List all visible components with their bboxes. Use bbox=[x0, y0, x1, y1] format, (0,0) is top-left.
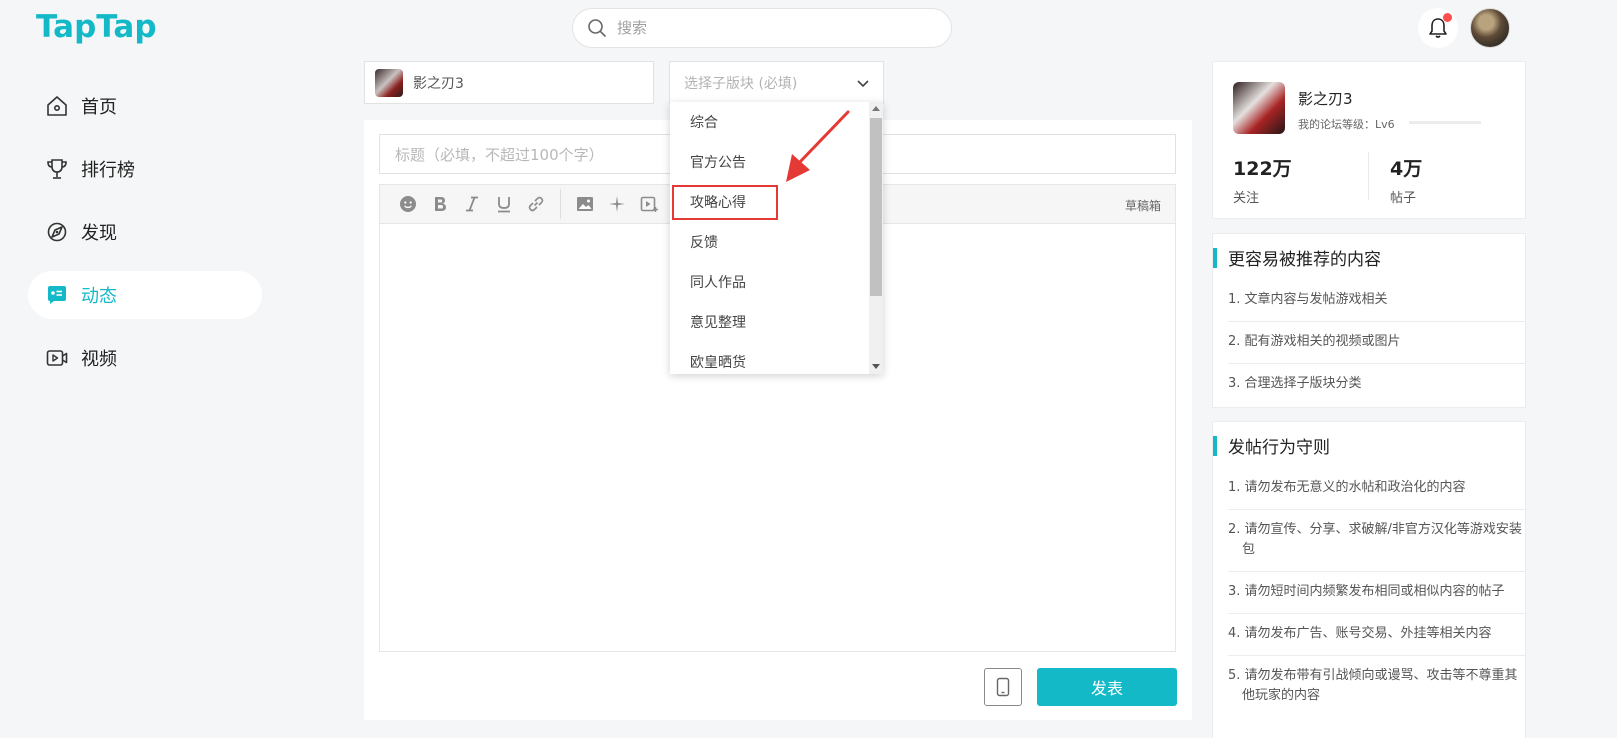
rules-title: 发帖行为守则 bbox=[1213, 422, 1525, 468]
search-input[interactable] bbox=[617, 19, 917, 37]
link-button[interactable] bbox=[520, 184, 552, 224]
rules-card: 发帖行为守则 1. 请勿发布无意义的水帖和政治化的内容 2. 请勿宣传、分享、求… bbox=[1212, 421, 1526, 738]
followers-label: 关注 bbox=[1233, 191, 1260, 206]
subforum-placeholder: 选择子版块 (必填) bbox=[684, 75, 798, 92]
discover-icon bbox=[47, 222, 67, 242]
sparkle-icon bbox=[609, 196, 625, 212]
game-info-card: 影之刃3 我的论坛等级：Lv6 122万 关注 4万 帖子 bbox=[1212, 61, 1526, 219]
game-selector[interactable]: 影之刃3 bbox=[364, 61, 654, 104]
stat-divider bbox=[1368, 152, 1369, 200]
emoji-button[interactable] bbox=[392, 184, 424, 224]
subforum-select[interactable]: 选择子版块 (必填) bbox=[669, 61, 884, 104]
nav-item-ranking[interactable]: 排行榜 bbox=[28, 145, 262, 193]
level-progress-bar bbox=[1409, 121, 1481, 124]
dropdown-option-highlighted[interactable]: 攻略心得 bbox=[670, 182, 883, 222]
user-avatar[interactable] bbox=[1470, 8, 1510, 48]
home-icon bbox=[47, 96, 67, 116]
logo-text: TapTap bbox=[36, 9, 157, 45]
game-title[interactable]: 影之刃3 bbox=[1298, 88, 1353, 109]
rule-item: 1. 请勿发布无意义的水帖和政治化的内容 bbox=[1228, 468, 1525, 510]
nav-label: 首页 bbox=[81, 97, 117, 118]
video-upload-button[interactable] bbox=[633, 184, 665, 224]
sidebar-nav: 首页 排行榜 发现 动态 视频 bbox=[28, 82, 262, 397]
video-icon bbox=[46, 350, 68, 366]
rule-item: 3. 请勿短时间内频繁发布相同或相似内容的帖子 bbox=[1228, 572, 1525, 614]
toolbar-divider bbox=[560, 189, 561, 219]
recommend-item: 1. 文章内容与发帖游戏相关 bbox=[1228, 280, 1525, 322]
image-button[interactable] bbox=[569, 184, 601, 224]
search-icon bbox=[588, 19, 606, 37]
dropdown-option[interactable]: 同人作品 bbox=[670, 262, 883, 302]
nav-item-video[interactable]: 视频 bbox=[28, 334, 262, 382]
emoji-icon bbox=[400, 196, 416, 212]
dropdown-option[interactable]: 欧皇晒货 bbox=[670, 342, 883, 374]
italic-button[interactable] bbox=[456, 184, 488, 224]
nav-label: 排行榜 bbox=[81, 160, 135, 181]
nav-label: 发现 bbox=[81, 223, 117, 244]
italic-icon bbox=[466, 196, 478, 212]
game-cover[interactable] bbox=[1233, 82, 1285, 134]
red-arrow-icon bbox=[786, 110, 850, 182]
draft-box-link[interactable]: 草稿箱 bbox=[1125, 197, 1161, 214]
game-name: 影之刃3 bbox=[413, 75, 464, 92]
posts-stat: 4万 帖子 bbox=[1390, 154, 1422, 206]
trophy-icon bbox=[47, 159, 67, 179]
feed-icon bbox=[48, 286, 66, 304]
dropdown-option[interactable]: 意见整理 bbox=[670, 302, 883, 342]
nav-item-home[interactable]: 首页 bbox=[28, 82, 262, 130]
nav-item-feed[interactable]: 动态 bbox=[28, 271, 262, 319]
bold-button[interactable] bbox=[424, 184, 456, 224]
publish-button[interactable]: 发表 bbox=[1037, 668, 1177, 706]
notification-dot bbox=[1443, 13, 1452, 22]
scroll-up-icon[interactable] bbox=[872, 106, 880, 111]
posts-label: 帖子 bbox=[1390, 191, 1417, 206]
dropdown-scrollbar-thumb[interactable] bbox=[870, 118, 882, 296]
recommend-item: 3. 合理选择子版块分类 bbox=[1228, 376, 1362, 391]
video-add-icon bbox=[640, 196, 658, 212]
scroll-down-icon[interactable] bbox=[872, 364, 880, 369]
nav-label: 视频 bbox=[81, 349, 117, 370]
underline-button[interactable] bbox=[488, 184, 520, 224]
nav-item-discover[interactable]: 发现 bbox=[28, 208, 262, 256]
game-thumbnail bbox=[375, 68, 403, 97]
chevron-down-icon bbox=[857, 80, 869, 88]
forum-level: 我的论坛等级：Lv6 bbox=[1298, 118, 1395, 131]
followers-stat: 122万 关注 bbox=[1233, 154, 1292, 206]
posts-value: 4万 bbox=[1390, 158, 1423, 180]
link-icon bbox=[528, 196, 544, 212]
rule-item: 5. 请勿发布带有引战倾向或谩骂、攻击等不尊重其他玩家的内容 bbox=[1228, 668, 1518, 703]
mobile-preview-button[interactable] bbox=[984, 668, 1022, 706]
dropdown-option[interactable]: 反馈 bbox=[670, 222, 883, 262]
notification-button[interactable] bbox=[1418, 8, 1458, 48]
followers-value: 122万 bbox=[1233, 158, 1292, 180]
underline-icon bbox=[498, 197, 510, 213]
recommend-item: 2. 配有游戏相关的视频或图片 bbox=[1228, 322, 1525, 364]
phone-icon bbox=[996, 677, 1010, 697]
taptap-logo[interactable]: TapTap bbox=[36, 4, 166, 48]
nav-label: 动态 bbox=[81, 286, 117, 307]
sparkle-button[interactable] bbox=[601, 184, 633, 224]
rule-item: 2. 请勿宣传、分享、求破解/非官方汉化等游戏安装包 bbox=[1228, 510, 1525, 572]
search-bar[interactable] bbox=[572, 8, 952, 48]
recommend-card: 更容易被推荐的内容 1. 文章内容与发帖游戏相关 2. 配有游戏相关的视频或图片… bbox=[1212, 233, 1526, 408]
title-placeholder: 标题（必填，不超过100个字） bbox=[395, 145, 604, 164]
recommend-title: 更容易被推荐的内容 bbox=[1213, 234, 1525, 280]
rule-item: 4. 请勿发布广告、账号交易、外挂等相关内容 bbox=[1228, 614, 1525, 656]
bold-icon bbox=[435, 197, 446, 211]
image-icon bbox=[577, 197, 593, 211]
